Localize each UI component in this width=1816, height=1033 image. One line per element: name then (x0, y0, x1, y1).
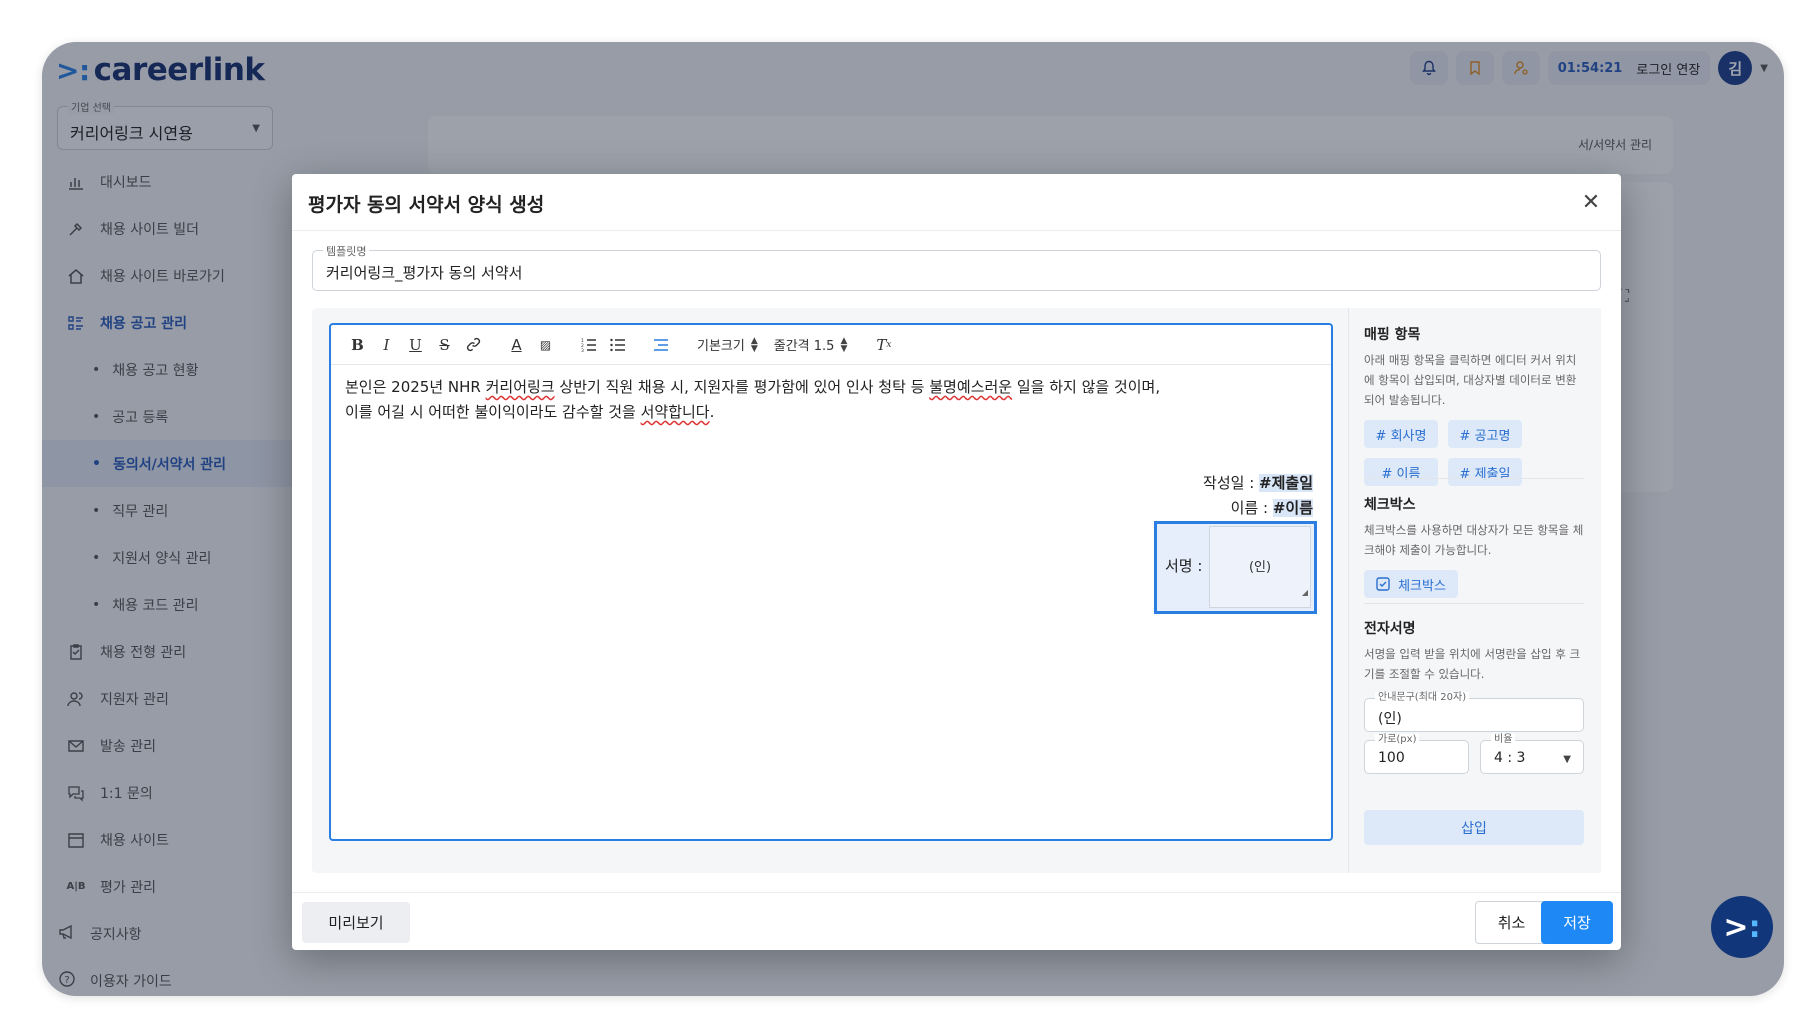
signature-box[interactable]: 서명 : (인) ◢ (1154, 521, 1317, 614)
line-height-select[interactable]: 줄간격 1.5 ▲ ▼ (766, 331, 856, 359)
checkbox-button-label: 체크박스 (1398, 578, 1446, 594)
resize-handle-icon[interactable]: ◢ (1302, 580, 1308, 605)
checkbox-insert-button[interactable]: 체크박스 (1364, 570, 1458, 598)
mapping-title: 매핑 항목 (1364, 327, 1421, 343)
width-field[interactable]: 가로(px) 100 (1364, 734, 1469, 774)
app-window: >: careerlink 01:54:21 로그인 연장 김 ▼ 기업 선택 … (42, 42, 1784, 996)
signature-placeholder: (인) (1248, 559, 1272, 575)
chatbot-fab-icon[interactable]: >: (1711, 896, 1773, 958)
guide-text-value[interactable]: (인) (1378, 708, 1402, 728)
close-icon[interactable]: ✕ (1577, 188, 1605, 216)
date-line: 작성일 : #제출일 (1203, 474, 1313, 492)
checkbox-section: 체크박스 체크박스를 사용하면 대상자가 모든 항목을 체크해야 제출이 가능합… (1364, 494, 1584, 598)
align-right-icon[interactable] (646, 331, 675, 359)
mapping-chip-company[interactable]: # 회사명 (1364, 420, 1438, 448)
guide-text-field[interactable]: 안내문구(최대 20자) (인) (1364, 692, 1584, 732)
cancel-button[interactable]: 취소 (1475, 901, 1548, 944)
template-name-field[interactable]: 템플릿명 커리어링크_평가자 동의 서약서 (312, 243, 1601, 291)
ratio-select[interactable]: 비율 4 : 3 ▼ (1480, 734, 1584, 774)
width-label: 가로(px) (1375, 734, 1420, 746)
updown-icon: ▲ ▼ (840, 335, 848, 354)
modal-title: 평가자 동의 서약서 양식 생성 (308, 194, 545, 216)
name-line: 이름 : #이름 (1230, 499, 1313, 517)
save-button[interactable]: 저장 (1541, 901, 1613, 944)
ratio-value: 4 : 3 (1494, 750, 1526, 766)
mapping-section: 매핑 항목 아래 매핑 항목을 클릭하면 에디터 커서 위치에 항목이 삽입되며… (1364, 324, 1584, 486)
mapping-chip-submit-date[interactable]: # 제출일 (1448, 458, 1522, 486)
esign-description: 서명을 입력 받을 위치에 서명란을 삽입 후 크기를 조절할 수 있습니다. (1364, 647, 1581, 681)
checkbox-icon (1376, 577, 1390, 591)
insert-signature-button[interactable]: 삽입 (1364, 810, 1584, 845)
checkbox-description: 체크박스를 사용하면 대상자가 모든 항목을 체크해야 제출이 가능합니다. (1364, 523, 1584, 557)
link-icon[interactable] (459, 331, 488, 359)
highlight-color-icon[interactable]: ▨ (531, 331, 560, 359)
text-color-icon[interactable]: A (502, 331, 531, 359)
line-height-value: 줄간격 1.5 (773, 339, 835, 354)
mapping-description: 아래 매핑 항목을 클릭하면 에디터 커서 위치에 항목이 삽입되며, 대상자별… (1364, 353, 1577, 407)
name-mapping-tag[interactable]: #이름 (1272, 499, 1313, 517)
template-name-label: 템플릿명 (323, 243, 370, 259)
signature-label: 서명 : (1165, 557, 1203, 575)
editor-side-panel: 매핑 항목 아래 매핑 항목을 클릭하면 에디터 커서 위치에 항목이 삽입되며… (1348, 308, 1601, 873)
preview-button[interactable]: 미리보기 (302, 902, 410, 943)
mapping-chip-posting[interactable]: # 공고명 (1448, 420, 1522, 448)
esign-title: 전자서명 (1364, 621, 1416, 637)
rich-text-editor[interactable]: B I U S A ▨ 123 기본크기 ▲ ▼ 줄간격 1.5 ▲ ▼ T x… (329, 323, 1333, 841)
bold-button[interactable]: B (343, 331, 372, 359)
font-size-value: 기본크기 (697, 339, 745, 354)
mapping-chips: # 회사명 # 공고명 # 이름 # 제출일 (1364, 420, 1584, 486)
editor-content[interactable]: 본인은 2025년 NHR 커리어링크 상반기 직원 채용 시, 지원자를 평가… (331, 365, 1331, 839)
signature-info-block: 작성일 : #제출일 이름 : #이름 (1203, 471, 1313, 521)
bullet-list-icon[interactable] (603, 331, 632, 359)
width-value[interactable]: 100 (1378, 750, 1405, 766)
template-name-value[interactable]: 커리어링크_평가자 동의 서약서 (326, 262, 522, 283)
content-line-1: 본인은 2025년 NHR 커리어링크 상반기 직원 채용 시, 지원자를 평가… (345, 378, 1161, 396)
ratio-label: 비율 (1491, 734, 1516, 746)
ordered-list-icon[interactable]: 123 (574, 331, 603, 359)
editor-toolbar: B I U S A ▨ 123 기본크기 ▲ ▼ 줄간격 1.5 ▲ ▼ T x (331, 325, 1331, 365)
divider (1364, 478, 1584, 479)
underline-button[interactable]: U (401, 331, 430, 359)
mapping-chip-name[interactable]: # 이름 (1364, 458, 1438, 486)
chevron-down-icon: ▼ (1563, 754, 1571, 765)
modal-footer: 미리보기 취소 저장 (292, 892, 1621, 950)
modal-header: 평가자 동의 서약서 양식 생성 ✕ (292, 174, 1621, 231)
editor-workspace: B I U S A ▨ 123 기본크기 ▲ ▼ 줄간격 1.5 ▲ ▼ T x… (312, 308, 1601, 873)
consent-form-modal: 평가자 동의 서약서 양식 생성 ✕ 템플릿명 커리어링크_평가자 동의 서약서… (292, 174, 1621, 950)
esign-section: 전자서명 서명을 입력 받을 위치에 서명란을 삽입 후 크기를 조절할 수 있… (1364, 618, 1584, 684)
checkbox-title: 체크박스 (1364, 497, 1416, 513)
clear-format-icon[interactable]: Tx (869, 331, 898, 359)
signature-area[interactable]: (인) ◢ (1209, 526, 1311, 608)
updown-icon: ▲ ▼ (750, 335, 758, 354)
svg-text:3: 3 (581, 348, 584, 352)
font-size-select[interactable]: 기본크기 ▲ ▼ (689, 331, 766, 359)
content-line-2: 이를 어길 시 어떠한 불이익이라도 감수할 것을 서약합니다. (345, 403, 715, 421)
guide-text-label: 안내문구(최대 20자) (1375, 692, 1470, 704)
date-mapping-tag[interactable]: #제출일 (1259, 474, 1313, 492)
strikethrough-button[interactable]: S (430, 331, 459, 359)
italic-button[interactable]: I (372, 331, 401, 359)
divider (1364, 603, 1584, 604)
